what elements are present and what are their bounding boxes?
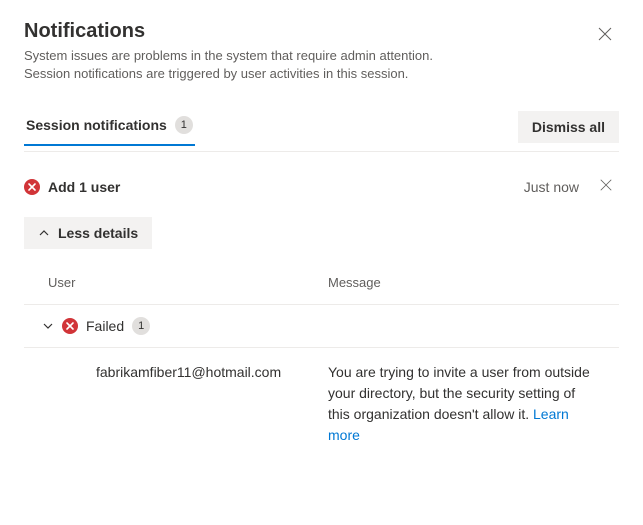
tab-label: Session notifications — [26, 117, 167, 133]
dismiss-notification-button[interactable] — [593, 172, 619, 201]
close-panel-button[interactable] — [591, 20, 619, 51]
notifications-panel: Notifications System issues are problems… — [0, 0, 643, 480]
close-icon — [597, 26, 613, 45]
panel-header: Notifications System issues are problems… — [24, 20, 619, 111]
page-subtitle: System issues are problems in the system… — [24, 47, 444, 83]
status-count-badge: 1 — [132, 317, 150, 335]
table-header-row: User Message — [24, 269, 619, 296]
notification-header: Add 1 user Just now — [24, 172, 619, 201]
tab-session-notifications[interactable]: Session notifications 1 — [24, 116, 195, 146]
status-group-row[interactable]: Failed 1 — [24, 305, 619, 348]
tabs: Session notifications 1 — [24, 116, 195, 146]
tab-count-badge: 1 — [175, 116, 193, 134]
error-icon — [24, 179, 40, 195]
cell-message: You are trying to invite a user from out… — [328, 362, 595, 446]
toggle-details-label: Less details — [58, 225, 138, 241]
notification-timestamp: Just now — [524, 179, 579, 195]
details-table: User Message Failed 1 fabrikamfiber11@ho… — [24, 269, 619, 460]
close-icon — [599, 178, 613, 195]
chevron-up-icon — [38, 227, 50, 239]
column-header-user: User — [48, 275, 328, 290]
table-row: fabrikamfiber11@hotmail.com You are tryi… — [24, 348, 619, 460]
page-title: Notifications — [24, 20, 444, 43]
dismiss-all-button[interactable]: Dismiss all — [518, 111, 619, 143]
cell-user: fabrikamfiber11@hotmail.com — [48, 362, 328, 446]
column-header-message: Message — [328, 275, 595, 290]
chevron-down-icon — [42, 320, 54, 332]
status-label: Failed — [86, 318, 124, 334]
notification-title: Add 1 user — [48, 179, 120, 195]
tabs-row: Session notifications 1 Dismiss all — [24, 111, 619, 152]
error-icon — [62, 318, 78, 334]
toggle-details-button[interactable]: Less details — [24, 217, 152, 249]
